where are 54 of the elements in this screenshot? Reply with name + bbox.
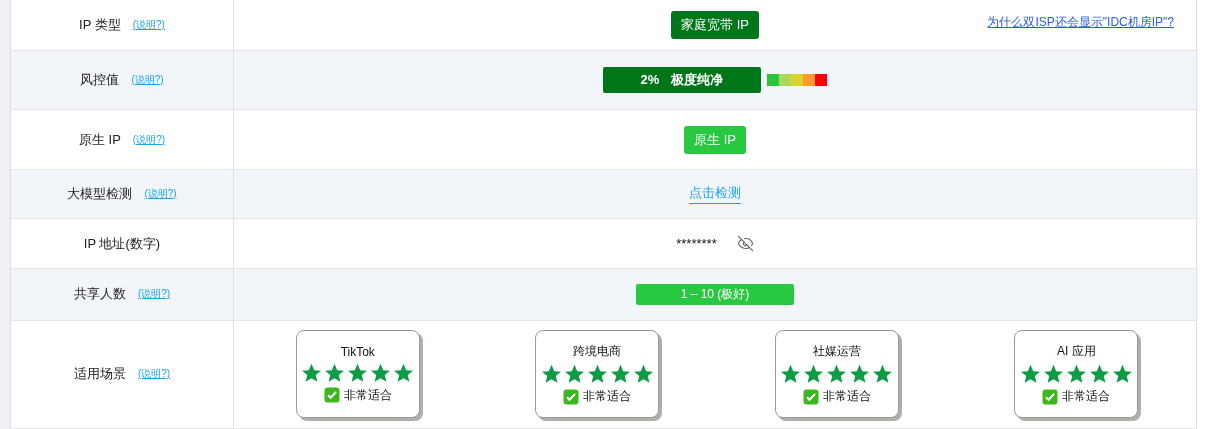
star-icon — [632, 364, 654, 385]
row-label: 风控值 — [80, 70, 120, 89]
star-icon — [586, 364, 608, 385]
verdict-label: 非常适合 — [583, 388, 632, 406]
ip-badge: 家庭宽带 IP — [671, 10, 759, 39]
verdict-label: 非常适合 — [822, 388, 871, 406]
row-label: 适用场景 — [73, 365, 126, 384]
help-link[interactable]: (说明?) — [132, 17, 165, 32]
star-icon — [803, 364, 825, 385]
star-icon — [324, 362, 346, 383]
row-label: 大模型检测 — [67, 185, 133, 204]
star-icon — [826, 364, 848, 385]
star-icon — [540, 364, 562, 385]
risk-scale-drawing — [767, 73, 827, 86]
eye-off-icon[interactable] — [736, 235, 754, 253]
scenario-name: AI 应用 — [1056, 343, 1096, 361]
star-icon — [347, 362, 369, 383]
row-label: 原生 IP — [78, 130, 121, 149]
star-icon — [780, 364, 802, 385]
star-icon — [872, 364, 894, 385]
star-icon — [1088, 364, 1110, 385]
risk-score-bar: 2% 极度纯净 — [603, 66, 761, 93]
star-icon — [393, 362, 415, 383]
help-link[interactable]: (说明?) — [137, 287, 171, 302]
star-icon — [849, 364, 871, 385]
help-link[interactable]: (说明?) — [137, 367, 171, 382]
row-label: 共享人数 — [73, 285, 126, 304]
star-icon — [1065, 364, 1087, 385]
star-icon — [301, 362, 323, 383]
check-icon — [802, 388, 819, 405]
help-link[interactable]: (说明?) — [131, 72, 164, 87]
star-icon — [370, 362, 392, 383]
help-link[interactable]: 为什么双ISP还会显示"IDC机房IP"? — [987, 14, 1174, 31]
scenario-name: TikTok — [340, 344, 375, 359]
row-label: IP 类型 — [79, 15, 121, 34]
check-icon — [1042, 388, 1059, 405]
check-icon — [323, 387, 340, 404]
star-icon — [1042, 364, 1064, 385]
check-icon — [563, 388, 580, 405]
share-count-bar: 1 – 10 (极好) — [636, 283, 794, 305]
star-icon — [563, 364, 585, 385]
verdict-label: 非常适合 — [1062, 388, 1111, 406]
scenario-name: 社媒运营 — [812, 343, 861, 361]
star-icon — [1111, 364, 1133, 385]
help-link[interactable]: (说明?) — [132, 132, 166, 147]
row-label: IP 地址(数字) — [83, 234, 161, 253]
scenario-name: 跨境电商 — [573, 343, 622, 361]
help-link[interactable]: (说明?) — [144, 187, 177, 202]
masked-ip: ******** — [676, 236, 717, 252]
ip-badge: 原生 IP — [684, 125, 746, 154]
star-icon — [1019, 364, 1041, 385]
detect-link[interactable]: 点击检测 — [689, 184, 741, 205]
star-icon — [609, 364, 631, 385]
verdict-label: 非常适合 — [343, 386, 392, 404]
